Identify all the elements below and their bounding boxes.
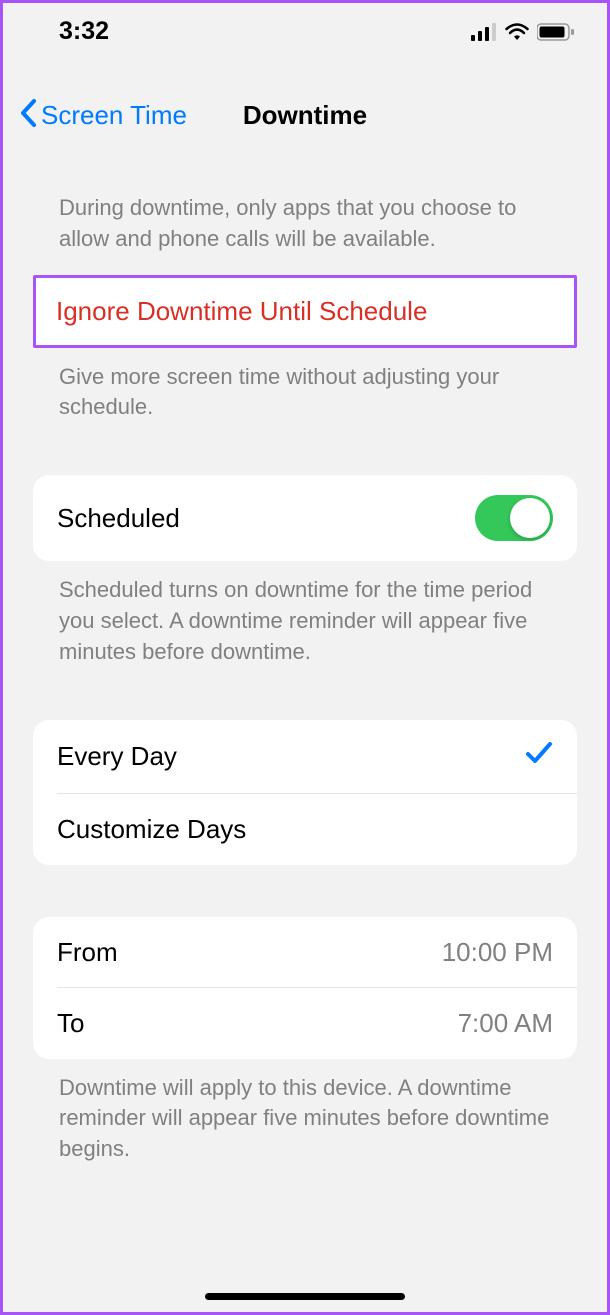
ignore-description: Give more screen time without adjusting … (3, 348, 607, 444)
toggle-knob (510, 498, 550, 538)
ignore-downtime-label: Ignore Downtime Until Schedule (56, 296, 554, 327)
page-title: Downtime (243, 100, 367, 131)
cellular-icon (471, 23, 497, 41)
time-range-group: From 10:00 PM To 7:00 AM (33, 917, 577, 1059)
chevron-left-icon (19, 98, 37, 133)
every-day-row[interactable]: Every Day (33, 720, 577, 794)
intro-description: During downtime, only apps that you choo… (3, 153, 607, 275)
back-label: Screen Time (41, 100, 187, 131)
from-row[interactable]: From 10:00 PM (33, 917, 577, 988)
scheduled-label: Scheduled (57, 503, 475, 534)
from-label: From (57, 937, 442, 968)
to-row[interactable]: To 7:00 AM (33, 988, 577, 1059)
scheduled-row: Scheduled (33, 475, 577, 561)
status-bar: 3:32 (3, 3, 607, 56)
schedule-type-group: Every Day Customize Days (33, 720, 577, 865)
home-indicator[interactable] (205, 1293, 405, 1300)
customize-days-row[interactable]: Customize Days (33, 794, 577, 865)
ignore-downtime-highlight: Ignore Downtime Until Schedule (33, 275, 577, 348)
from-value: 10:00 PM (442, 937, 553, 968)
scheduled-group: Scheduled (33, 475, 577, 561)
nav-bar: Screen Time Downtime (3, 56, 607, 153)
checkmark-icon (525, 740, 553, 774)
customize-days-label: Customize Days (57, 814, 553, 845)
status-time: 3:32 (59, 17, 109, 46)
status-icons (471, 23, 575, 41)
scheduled-toggle[interactable] (475, 495, 553, 541)
to-label: To (57, 1008, 458, 1039)
battery-icon (537, 23, 575, 41)
every-day-label: Every Day (57, 741, 525, 772)
wifi-icon (505, 23, 529, 41)
ignore-downtime-button[interactable]: Ignore Downtime Until Schedule (36, 278, 574, 345)
back-button[interactable]: Screen Time (3, 98, 187, 133)
content: During downtime, only apps that you choo… (3, 153, 607, 1185)
time-range-description: Downtime will apply to this device. A do… (3, 1059, 607, 1185)
scheduled-description: Scheduled turns on downtime for the time… (3, 561, 607, 687)
to-value: 7:00 AM (458, 1008, 553, 1039)
